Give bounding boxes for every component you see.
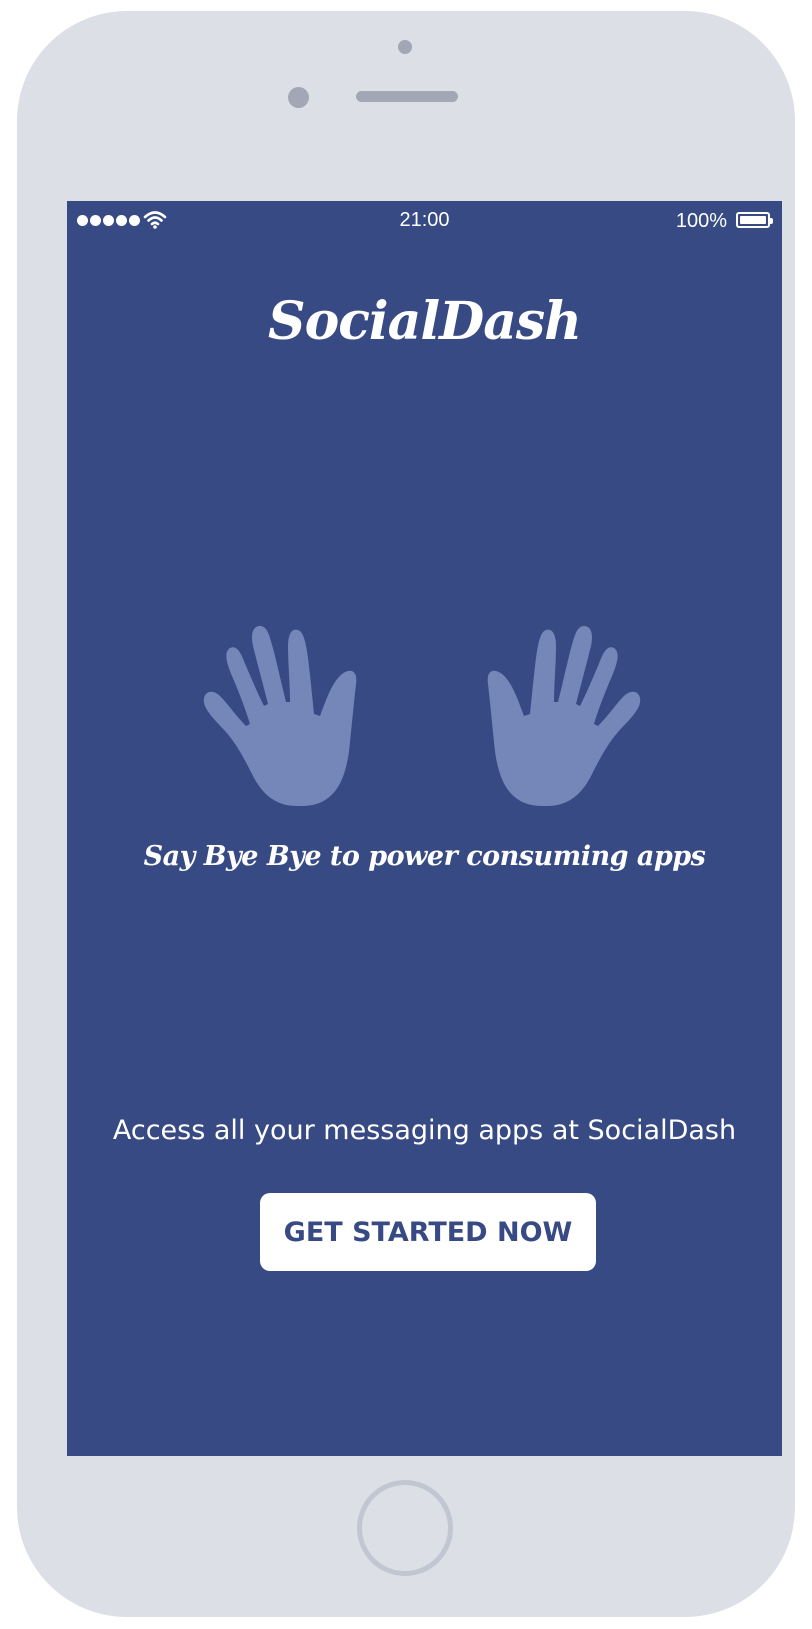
battery-percentage: 100%	[675, 210, 727, 232]
home-button[interactable]	[357, 1480, 453, 1576]
waving-hands-icon	[203, 626, 641, 806]
right-hand-icon	[487, 626, 641, 806]
get-started-button[interactable]: GET STARTED NOW	[260, 1193, 596, 1271]
battery-icon	[736, 212, 773, 228]
earpiece-speaker	[356, 91, 458, 102]
phone-frame: 21:00 100% SocialDash Say Bye Bye to pow…	[17, 11, 795, 1617]
status-time: 21:00	[399, 209, 450, 231]
app-screen: 21:00 100% SocialDash Say Bye Bye to pow…	[67, 201, 782, 1456]
status-bar: 21:00 100%	[67, 201, 782, 241]
tagline: Say Bye Bye to power consuming apps	[143, 841, 706, 872]
proximity-sensor	[398, 40, 412, 54]
description-text: Access all your messaging apps at Social…	[112, 1115, 737, 1146]
app-title: SocialDash	[268, 291, 582, 352]
left-hand-icon	[203, 626, 357, 806]
front-camera	[288, 87, 309, 108]
